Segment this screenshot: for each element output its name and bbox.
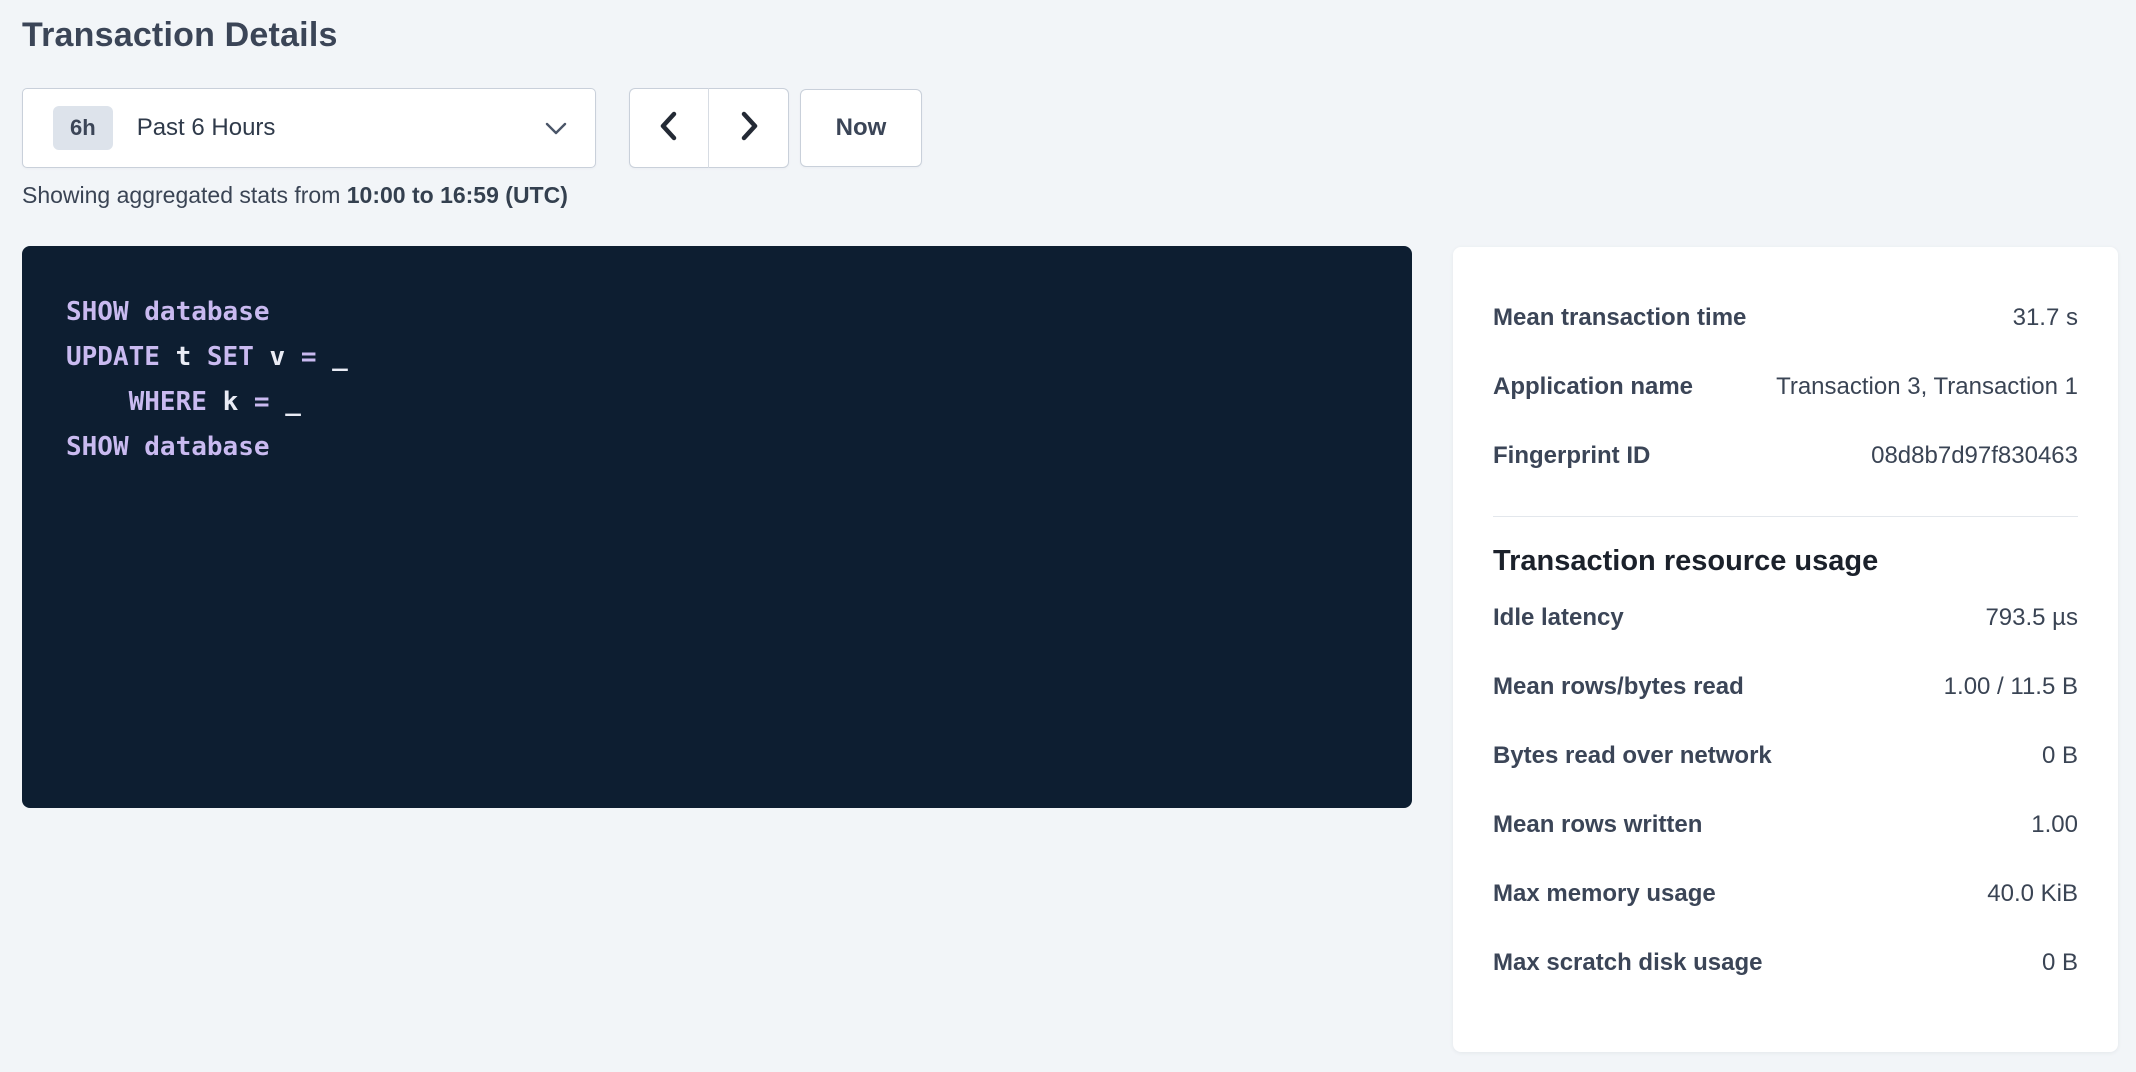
stat-value: 1.00 / 11.5 B [1944,673,2078,701]
sql-statements-panel: SHOW databaseUPDATE t SET v = _ WHERE k … [22,246,1412,808]
time-range-selected-value: Past 6 Hours [137,114,276,142]
resource-usage-heading: Transaction resource usage [1493,539,2078,583]
chevron-down-icon [543,119,569,137]
stat-label: Fingerprint ID [1493,442,1650,470]
stat-row: Mean transaction time 31.7 s [1493,283,2078,352]
aggregation-range-text: Showing aggregated stats from 10:00 to 1… [22,182,568,209]
sql-keyword: UPDATE [66,342,160,372]
resource-rows: Idle latency 793.5 µs Mean rows/bytes read… [1493,583,2078,997]
sql-keyword: = [254,387,270,417]
sql-token: _ [285,387,301,417]
stat-row: Application name Transaction 3, Transacti… [1493,352,2078,421]
stat-label: Max scratch disk usage [1493,949,1762,977]
stat-label: Mean rows written [1493,811,1702,839]
transaction-stats-card: Mean transaction time 31.7 s Application n… [1453,247,2118,1052]
stat-value: 0 B [2042,742,2078,770]
sql-token: t [176,342,192,372]
sql-token [66,387,129,417]
time-range-dropdown[interactable]: 6h Past 6 Hours [22,88,596,168]
stat-label: Application name [1493,373,1693,401]
sql-keyword: WHERE [129,387,207,417]
sql-keyword: database [144,432,269,462]
stat-label: Idle latency [1493,604,1624,632]
stat-row: Fingerprint ID 08d8b7d97f830463 [1493,421,2078,490]
sql-token [191,342,207,372]
stat-label: Mean transaction time [1493,304,1746,332]
overview-rows: Mean transaction time 31.7 s Application n… [1493,283,2078,490]
stat-value: 40.0 KiB [1987,880,2078,908]
sql-keyword: SHOW [66,297,129,327]
sql-token [238,387,254,417]
sql-line: SHOW database [66,290,1368,335]
now-button[interactable]: Now [800,89,922,167]
chevron-left-icon [656,109,682,148]
aggregation-range-prefix: Showing aggregated stats from [22,182,347,208]
sql-line: SHOW database [66,425,1368,470]
time-range-pager [629,88,789,168]
stat-row: Bytes read over network 0 B [1493,721,2078,790]
sql-token [316,342,332,372]
sql-keyword: SET [207,342,254,372]
next-range-button[interactable] [709,88,789,168]
sql-line: UPDATE t SET v = _ [66,335,1368,380]
sql-token [129,297,145,327]
sql-token: k [223,387,239,417]
stat-value: 1.00 [2031,811,2078,839]
stat-value: 0 B [2042,949,2078,977]
stat-value: 31.7 s [2013,304,2078,332]
page-title: Transaction Details [22,16,338,55]
time-range-badge: 6h [53,106,113,150]
stat-row: Mean rows/bytes read 1.00 / 11.5 B [1493,652,2078,721]
stat-row: Max scratch disk usage 0 B [1493,928,2078,997]
sql-token [129,432,145,462]
previous-range-button[interactable] [629,88,709,168]
sql-token [160,342,176,372]
stat-value: 793.5 µs [1985,604,2078,632]
sql-token [254,342,270,372]
sql-line: WHERE k = _ [66,380,1368,425]
sql-token: _ [332,342,348,372]
stat-label: Bytes read over network [1493,742,1772,770]
stat-label: Max memory usage [1493,880,1716,908]
stat-label: Mean rows/bytes read [1493,673,1744,701]
stat-row: Idle latency 793.5 µs [1493,583,2078,652]
card-divider [1493,516,2078,517]
stat-row: Max memory usage 40.0 KiB [1493,859,2078,928]
sql-keyword: database [144,297,269,327]
stat-value: 08d8b7d97f830463 [1871,442,2078,470]
sql-token [285,342,301,372]
aggregation-range-value: 10:00 to 16:59 (UTC) [347,182,568,208]
sql-token [270,387,286,417]
chevron-right-icon [736,109,762,148]
stat-row: Mean rows written 1.00 [1493,790,2078,859]
sql-keyword: = [301,342,317,372]
stat-value: Transaction 3, Transaction 1 [1776,373,2078,401]
sql-token [207,387,223,417]
sql-keyword: SHOW [66,432,129,462]
sql-token: v [270,342,286,372]
